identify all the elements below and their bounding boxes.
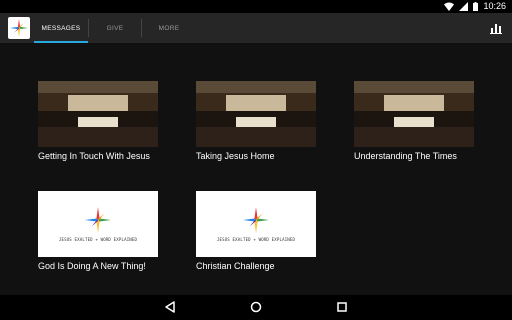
back-icon[interactable] bbox=[163, 300, 177, 314]
recents-icon[interactable] bbox=[335, 300, 349, 314]
logo-graphic-thumbnail: JESUS EXALTED + WORD EXPLAINED bbox=[196, 191, 316, 257]
congregation-photo-thumbnail bbox=[38, 81, 158, 147]
star-logo-icon bbox=[85, 206, 111, 233]
congregation-photo-thumbnail bbox=[196, 81, 316, 147]
home-icon[interactable] bbox=[249, 300, 263, 314]
star-logo-icon bbox=[10, 19, 28, 37]
message-card[interactable]: Understanding The Times bbox=[354, 81, 476, 161]
messages-grid: Getting In Touch With Jesus Taking Jesus… bbox=[0, 43, 512, 295]
message-card[interactable]: Getting In Touch With Jesus bbox=[38, 81, 160, 161]
tab-give[interactable]: GIVE bbox=[89, 13, 141, 43]
message-title: Understanding The Times bbox=[354, 151, 457, 161]
message-card[interactable]: JESUS EXALTED + WORD EXPLAINED Christian… bbox=[196, 191, 318, 271]
logo-graphic-thumbnail: JESUS EXALTED + WORD EXPLAINED bbox=[38, 191, 158, 257]
status-icons: 10:26 bbox=[444, 0, 506, 13]
graphic-tagline: JESUS EXALTED + WORD EXPLAINED bbox=[216, 236, 296, 242]
tab-more[interactable]: MORE bbox=[142, 13, 196, 43]
graphic-tagline: JESUS EXALTED + WORD EXPLAINED bbox=[58, 236, 138, 242]
wifi-icon bbox=[444, 2, 455, 11]
tab-bar: MESSAGES GIVE MORE bbox=[34, 13, 196, 43]
cellular-signal-icon bbox=[459, 2, 469, 11]
church-star-logo[interactable] bbox=[8, 17, 30, 39]
message-title: God Is Doing A New Thing! bbox=[38, 261, 146, 271]
message-card[interactable]: Taking Jesus Home bbox=[196, 81, 318, 161]
battery-icon bbox=[473, 2, 479, 11]
tab-messages[interactable]: MESSAGES bbox=[34, 13, 88, 43]
message-card[interactable]: JESUS EXALTED + WORD EXPLAINED God Is Do… bbox=[38, 191, 160, 271]
app-bar: MESSAGES GIVE MORE bbox=[0, 13, 512, 43]
congregation-photo-thumbnail bbox=[354, 81, 474, 147]
navigation-bar bbox=[0, 295, 512, 320]
status-time: 10:26 bbox=[483, 1, 506, 11]
status-bar: 10:26 bbox=[0, 0, 512, 13]
message-title: Getting In Touch With Jesus bbox=[38, 151, 150, 161]
message-title: Christian Challenge bbox=[196, 261, 275, 271]
star-logo-icon bbox=[243, 206, 269, 233]
message-title: Taking Jesus Home bbox=[196, 151, 275, 161]
bar-chart-icon[interactable] bbox=[490, 22, 502, 34]
